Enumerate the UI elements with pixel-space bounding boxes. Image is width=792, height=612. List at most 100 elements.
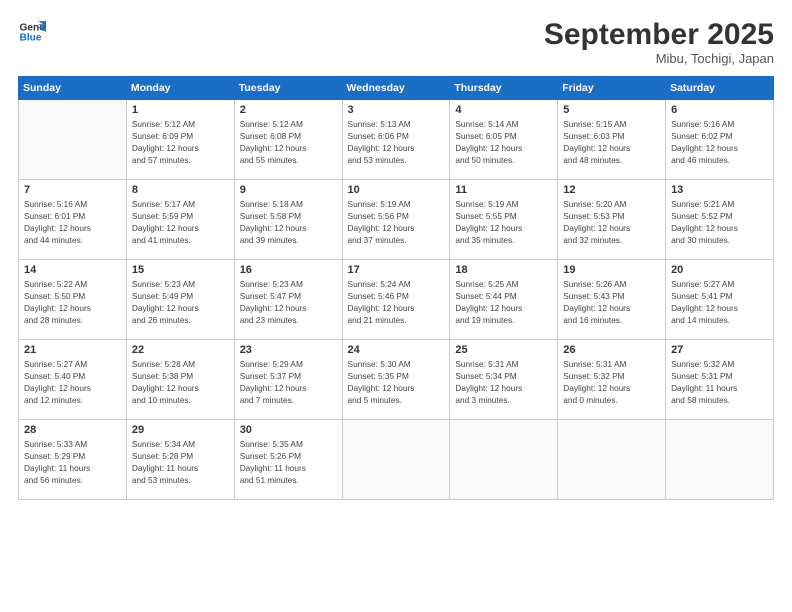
month-info: September 2025 Mibu, Tochigi, Japan [544, 18, 774, 66]
table-row: 9 Sunrise: 5:18 AMSunset: 5:58 PMDaylight… [234, 180, 342, 260]
day-info: Sunrise: 5:26 AMSunset: 5:43 PMDaylight:… [563, 278, 660, 326]
calendar-week-1: 1Sunrise: 5:12 AMSunset: 6:09 PMDaylight… [19, 100, 774, 180]
day-number: 27 [671, 344, 768, 356]
table-row: 5 Sunrise: 5:15 AMSunset: 6:03 PMDaylight… [558, 100, 666, 180]
day-number: 7 [24, 184, 121, 196]
day-info: Sunrise: 5:16 AMSunset: 6:01 PMDaylight:… [24, 198, 121, 246]
day-info: Sunrise: 5:27 AMSunset: 5:40 PMDaylight:… [24, 358, 121, 406]
day-number: 23 [240, 344, 337, 356]
day-info: Sunrise: 5:22 AMSunset: 5:50 PMDaylight:… [24, 278, 121, 326]
table-row: 22 Sunrise: 5:28 AMSunset: 5:38 PMDayligh… [126, 340, 234, 420]
day-number: 25 [455, 344, 552, 356]
table-row: 7 Sunrise: 5:16 AMSunset: 6:01 PMDaylight… [19, 180, 127, 260]
day-info: Sunrise: 5:21 AMSunset: 5:52 PMDaylight:… [671, 198, 768, 246]
day-number: 30 [240, 424, 337, 436]
table-row: 10 Sunrise: 5:19 AMSunset: 5:56 PMDayligh… [342, 180, 450, 260]
table-row: 25Sunrise: 5:31 AMSunset: 5:34 PMDayligh… [450, 340, 558, 420]
day-info: Sunrise: 5:33 AMSunset: 5:29 PMDaylight:… [24, 438, 121, 486]
day-info: Sunrise: 5:30 AMSunset: 5:35 PMDaylight:… [348, 358, 445, 406]
table-row: 27Sunrise: 5:32 AMSunset: 5:31 PMDayligh… [666, 340, 774, 420]
table-row: 30 Sunrise: 5:35 AMSunset: 5:26 PMDayligh… [234, 420, 342, 500]
table-row [19, 100, 127, 180]
day-number: 15 [132, 264, 229, 276]
day-info: Sunrise: 5:28 AMSunset: 5:38 PMDaylight:… [132, 358, 229, 406]
table-row: 15 Sunrise: 5:23 AMSunset: 5:49 PMDayligh… [126, 260, 234, 340]
header-thursday: Thursday [450, 77, 558, 100]
day-info: Sunrise: 5:19 AMSunset: 5:55 PMDaylight:… [455, 198, 552, 246]
day-number: 9 [240, 184, 337, 196]
day-number: 21 [24, 344, 121, 356]
day-number: 5 [563, 104, 660, 116]
day-number: 8 [132, 184, 229, 196]
table-row: 4 Sunrise: 5:14 AMSunset: 6:05 PMDaylight… [450, 100, 558, 180]
table-row: 23 Sunrise: 5:29 AMSunset: 5:37 PMDayligh… [234, 340, 342, 420]
table-row: 18Sunrise: 5:25 AMSunset: 5:44 PMDayligh… [450, 260, 558, 340]
day-number: 3 [348, 104, 445, 116]
day-number: 16 [240, 264, 337, 276]
day-info: Sunrise: 5:15 AMSunset: 6:03 PMDaylight:… [563, 118, 660, 166]
table-row: 8Sunrise: 5:17 AMSunset: 5:59 PMDaylight… [126, 180, 234, 260]
table-row: 12 Sunrise: 5:20 AMSunset: 5:53 PMDayligh… [558, 180, 666, 260]
day-info: Sunrise: 5:16 AMSunset: 6:02 PMDaylight:… [671, 118, 768, 166]
day-number: 2 [240, 104, 337, 116]
table-row: 26 Sunrise: 5:31 AMSunset: 5:32 PMDayligh… [558, 340, 666, 420]
table-row: 1Sunrise: 5:12 AMSunset: 6:09 PMDaylight… [126, 100, 234, 180]
day-info: Sunrise: 5:24 AMSunset: 5:46 PMDaylight:… [348, 278, 445, 326]
table-row: 14 Sunrise: 5:22 AMSunset: 5:50 PMDayligh… [19, 260, 127, 340]
table-row: 19Sunrise: 5:26 AMSunset: 5:43 PMDayligh… [558, 260, 666, 340]
day-number: 20 [671, 264, 768, 276]
day-info: Sunrise: 5:34 AMSunset: 5:28 PMDaylight:… [132, 438, 229, 486]
table-row [666, 420, 774, 500]
svg-text:Blue: Blue [20, 33, 42, 44]
header-saturday: Saturday [666, 77, 774, 100]
header-sunday: Sunday [19, 77, 127, 100]
day-info: Sunrise: 5:18 AMSunset: 5:58 PMDaylight:… [240, 198, 337, 246]
day-number: 12 [563, 184, 660, 196]
day-info: Sunrise: 5:27 AMSunset: 5:41 PMDaylight:… [671, 278, 768, 326]
calendar: Sunday Monday Tuesday Wednesday Thursday… [18, 76, 774, 500]
day-number: 13 [671, 184, 768, 196]
calendar-week-3: 14 Sunrise: 5:22 AMSunset: 5:50 PMDayligh… [19, 260, 774, 340]
day-number: 24 [348, 344, 445, 356]
day-info: Sunrise: 5:35 AMSunset: 5:26 PMDaylight:… [240, 438, 337, 486]
day-info: Sunrise: 5:31 AMSunset: 5:32 PMDaylight:… [563, 358, 660, 406]
calendar-header-row: Sunday Monday Tuesday Wednesday Thursday… [19, 77, 774, 100]
day-number: 14 [24, 264, 121, 276]
month-title: September 2025 [544, 18, 774, 51]
table-row: 24 Sunrise: 5:30 AMSunset: 5:35 PMDayligh… [342, 340, 450, 420]
table-row [450, 420, 558, 500]
day-info: Sunrise: 5:19 AMSunset: 5:56 PMDaylight:… [348, 198, 445, 246]
table-row: 29 Sunrise: 5:34 AMSunset: 5:28 PMDayligh… [126, 420, 234, 500]
header-monday: Monday [126, 77, 234, 100]
location: Mibu, Tochigi, Japan [544, 51, 774, 66]
day-number: 26 [563, 344, 660, 356]
logo: General Blue [18, 18, 46, 46]
table-row [342, 420, 450, 500]
header-friday: Friday [558, 77, 666, 100]
table-row: 16Sunrise: 5:23 AMSunset: 5:47 PMDayligh… [234, 260, 342, 340]
table-row: 20 Sunrise: 5:27 AMSunset: 5:41 PMDayligh… [666, 260, 774, 340]
page-header: General Blue September 2025 Mibu, Tochig… [18, 18, 774, 66]
day-info: Sunrise: 5:14 AMSunset: 6:05 PMDaylight:… [455, 118, 552, 166]
table-row: 6 Sunrise: 5:16 AMSunset: 6:02 PMDaylight… [666, 100, 774, 180]
day-number: 29 [132, 424, 229, 436]
day-number: 4 [455, 104, 552, 116]
table-row: 28Sunrise: 5:33 AMSunset: 5:29 PMDayligh… [19, 420, 127, 500]
day-info: Sunrise: 5:13 AMSunset: 6:06 PMDaylight:… [348, 118, 445, 166]
day-info: Sunrise: 5:23 AMSunset: 5:49 PMDaylight:… [132, 278, 229, 326]
logo-icon: General Blue [18, 18, 46, 46]
day-info: Sunrise: 5:29 AMSunset: 5:37 PMDaylight:… [240, 358, 337, 406]
day-number: 1 [132, 104, 229, 116]
table-row: 3 Sunrise: 5:13 AMSunset: 6:06 PMDaylight… [342, 100, 450, 180]
calendar-week-5: 28Sunrise: 5:33 AMSunset: 5:29 PMDayligh… [19, 420, 774, 500]
header-wednesday: Wednesday [342, 77, 450, 100]
table-row: 21 Sunrise: 5:27 AMSunset: 5:40 PMDayligh… [19, 340, 127, 420]
day-number: 10 [348, 184, 445, 196]
calendar-week-2: 7 Sunrise: 5:16 AMSunset: 6:01 PMDaylight… [19, 180, 774, 260]
header-tuesday: Tuesday [234, 77, 342, 100]
table-row: 13 Sunrise: 5:21 AMSunset: 5:52 PMDayligh… [666, 180, 774, 260]
day-info: Sunrise: 5:20 AMSunset: 5:53 PMDaylight:… [563, 198, 660, 246]
day-number: 22 [132, 344, 229, 356]
table-row: 2Sunrise: 5:12 AMSunset: 6:08 PMDaylight… [234, 100, 342, 180]
day-number: 6 [671, 104, 768, 116]
